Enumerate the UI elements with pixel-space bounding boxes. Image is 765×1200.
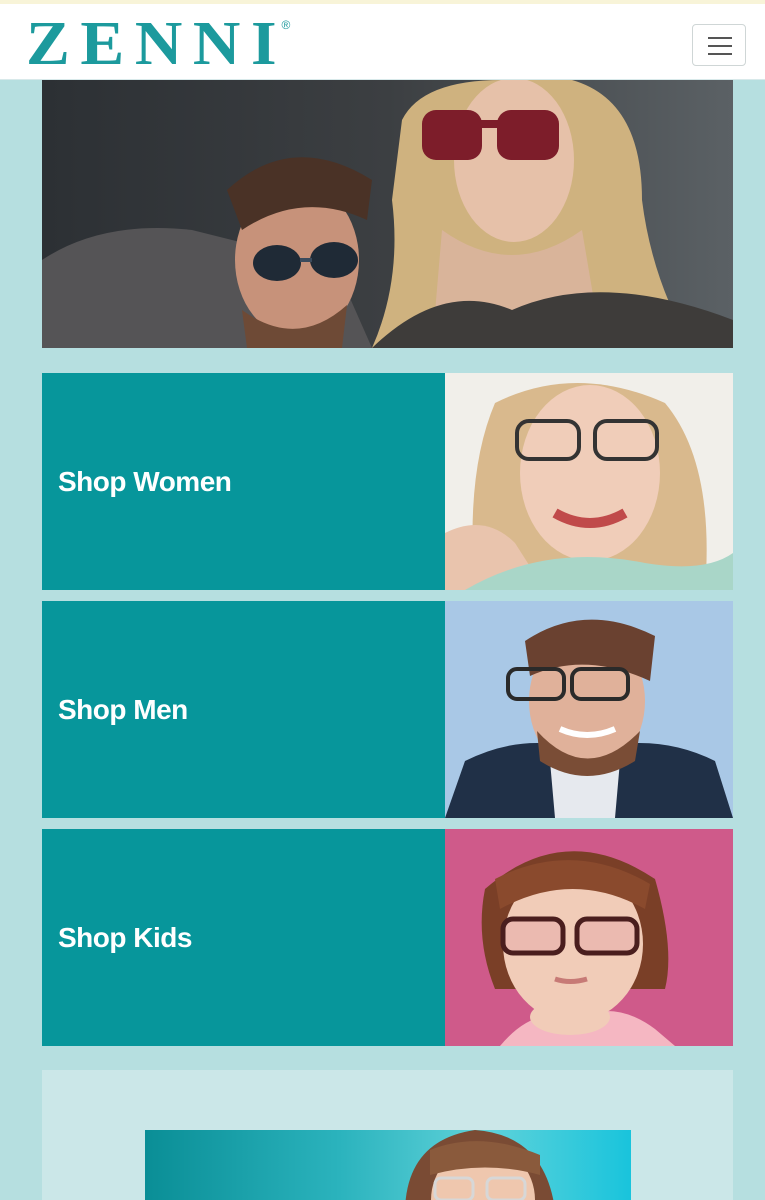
shop-women-image [445, 373, 733, 590]
hamburger-menu-icon [708, 37, 732, 39]
shop-kids-label: Shop Kids [58, 921, 192, 953]
menu-toggle-button[interactable] [692, 24, 746, 66]
hamburger-menu-icon-line [708, 45, 732, 47]
zenni-logo[interactable]: ZENNI ® [26, 13, 290, 75]
shop-women-label: Shop Women [58, 465, 232, 497]
shop-men-image [445, 601, 733, 818]
shop-kids-card[interactable]: Shop Kids [42, 829, 733, 1046]
logo-wordmark: ZENNI [26, 10, 288, 78]
couple-wearing-sunglasses-photo [42, 80, 733, 348]
shop-men-label: Shop Men [58, 693, 188, 725]
registered-mark: ® [281, 18, 291, 32]
promo-banner-image[interactable] [145, 1130, 631, 1200]
shop-men-card[interactable]: Shop Men [42, 601, 733, 818]
top-nav-bar: ZENNI ® [0, 0, 765, 80]
woman-with-glasses-teal-banner-photo [405, 1130, 554, 1200]
hamburger-menu-icon-line [708, 53, 732, 55]
promo-section [42, 1070, 733, 1200]
shop-kids-image [445, 829, 733, 1046]
man-wearing-glasses-photo [445, 601, 733, 818]
woman-wearing-glasses-photo [445, 373, 733, 590]
hero-banner[interactable] [42, 80, 733, 348]
shop-women-card[interactable]: Shop Women [42, 373, 733, 590]
girl-wearing-glasses-photo [445, 829, 733, 1046]
